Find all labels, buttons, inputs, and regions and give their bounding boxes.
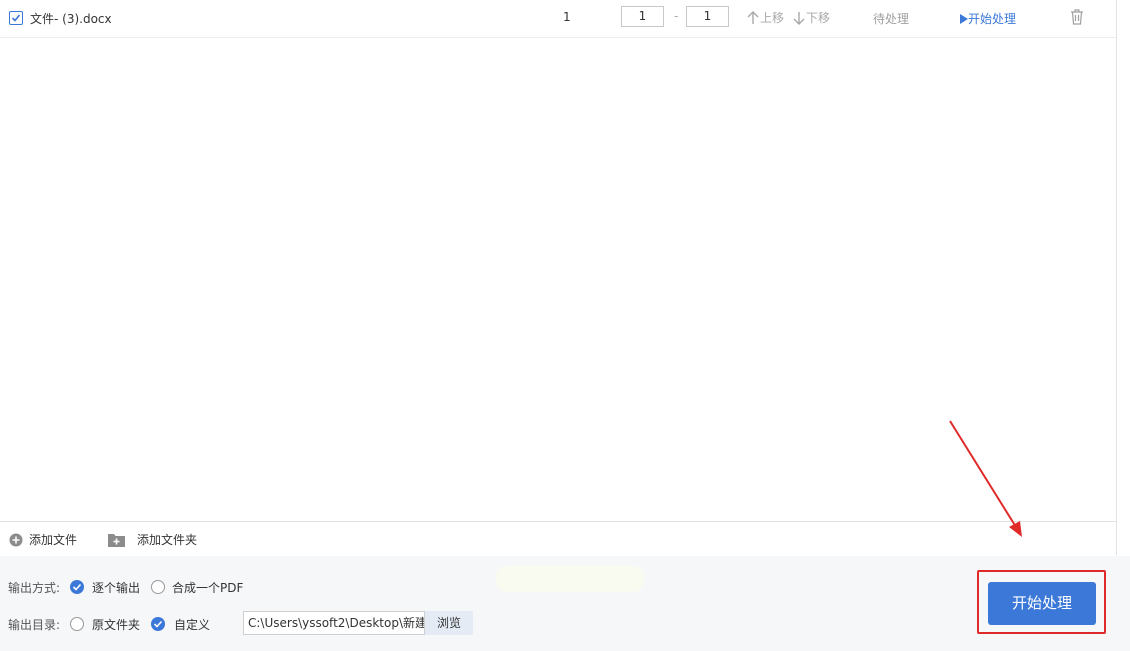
range-separator: -: [674, 9, 679, 23]
arrow-down-icon: [793, 12, 805, 25]
plus-circle-icon: [9, 533, 23, 547]
move-up-button[interactable]: 上移: [747, 9, 784, 26]
add-folder-label: 添加文件夹: [137, 533, 198, 547]
range-end-input[interactable]: 1: [686, 6, 729, 27]
radio-individual[interactable]: [70, 580, 84, 594]
row-start-link[interactable]: 开始处理: [959, 10, 1016, 27]
annotation-arrow: [949, 420, 1022, 537]
row-start-label: 开始处理: [968, 12, 1017, 26]
row-checkbox[interactable]: [9, 11, 23, 25]
output-settings: 输出方式: 逐个输出 合成一个PDF 输出目录: 原文件夹 自定义 C:\Use…: [0, 556, 1130, 651]
file-row[interactable]: 文件- (3).docx 1 1 - 1 上移 下移 待处理 开始处理: [0, 0, 1116, 38]
output-dir-label: 输出目录:: [8, 618, 61, 632]
radio-custom-label: 自定义: [174, 618, 211, 632]
output-path-input[interactable]: C:\Users\yssoft2\Desktop\新建: [243, 611, 425, 635]
check-icon: [153, 620, 163, 628]
trash-icon[interactable]: [1070, 9, 1084, 28]
radio-original-folder[interactable]: [70, 617, 84, 631]
radio-original-folder-label: 原文件夹: [92, 618, 141, 632]
folder-plus-icon: [108, 534, 125, 547]
browse-button[interactable]: 浏览: [425, 611, 473, 635]
radio-merge-pdf[interactable]: [151, 580, 165, 594]
annotation-highlight-box: [977, 570, 1106, 634]
radio-individual-label: 逐个输出: [92, 581, 141, 595]
move-up-label: 上移: [760, 11, 785, 25]
check-icon: [11, 14, 21, 22]
file-name: 文件- (3).docx: [30, 12, 112, 26]
add-file-button[interactable]: 添加文件: [9, 531, 77, 548]
output-mode-label: 输出方式:: [8, 581, 61, 595]
radio-custom[interactable]: [151, 617, 165, 631]
check-icon: [72, 583, 82, 591]
play-icon: [960, 14, 968, 24]
faded-overlay: [496, 566, 644, 592]
page-count: 1: [563, 10, 571, 24]
move-down-label: 下移: [806, 11, 831, 25]
add-file-label: 添加文件: [29, 533, 78, 547]
move-down-button[interactable]: 下移: [793, 9, 830, 26]
range-start-input[interactable]: 1: [621, 6, 664, 27]
arrow-up-icon: [747, 11, 759, 24]
status-text: 待处理: [873, 12, 910, 26]
add-folder-button[interactable]: 添加文件夹: [108, 531, 197, 548]
radio-merge-pdf-label: 合成一个PDF: [172, 581, 244, 595]
